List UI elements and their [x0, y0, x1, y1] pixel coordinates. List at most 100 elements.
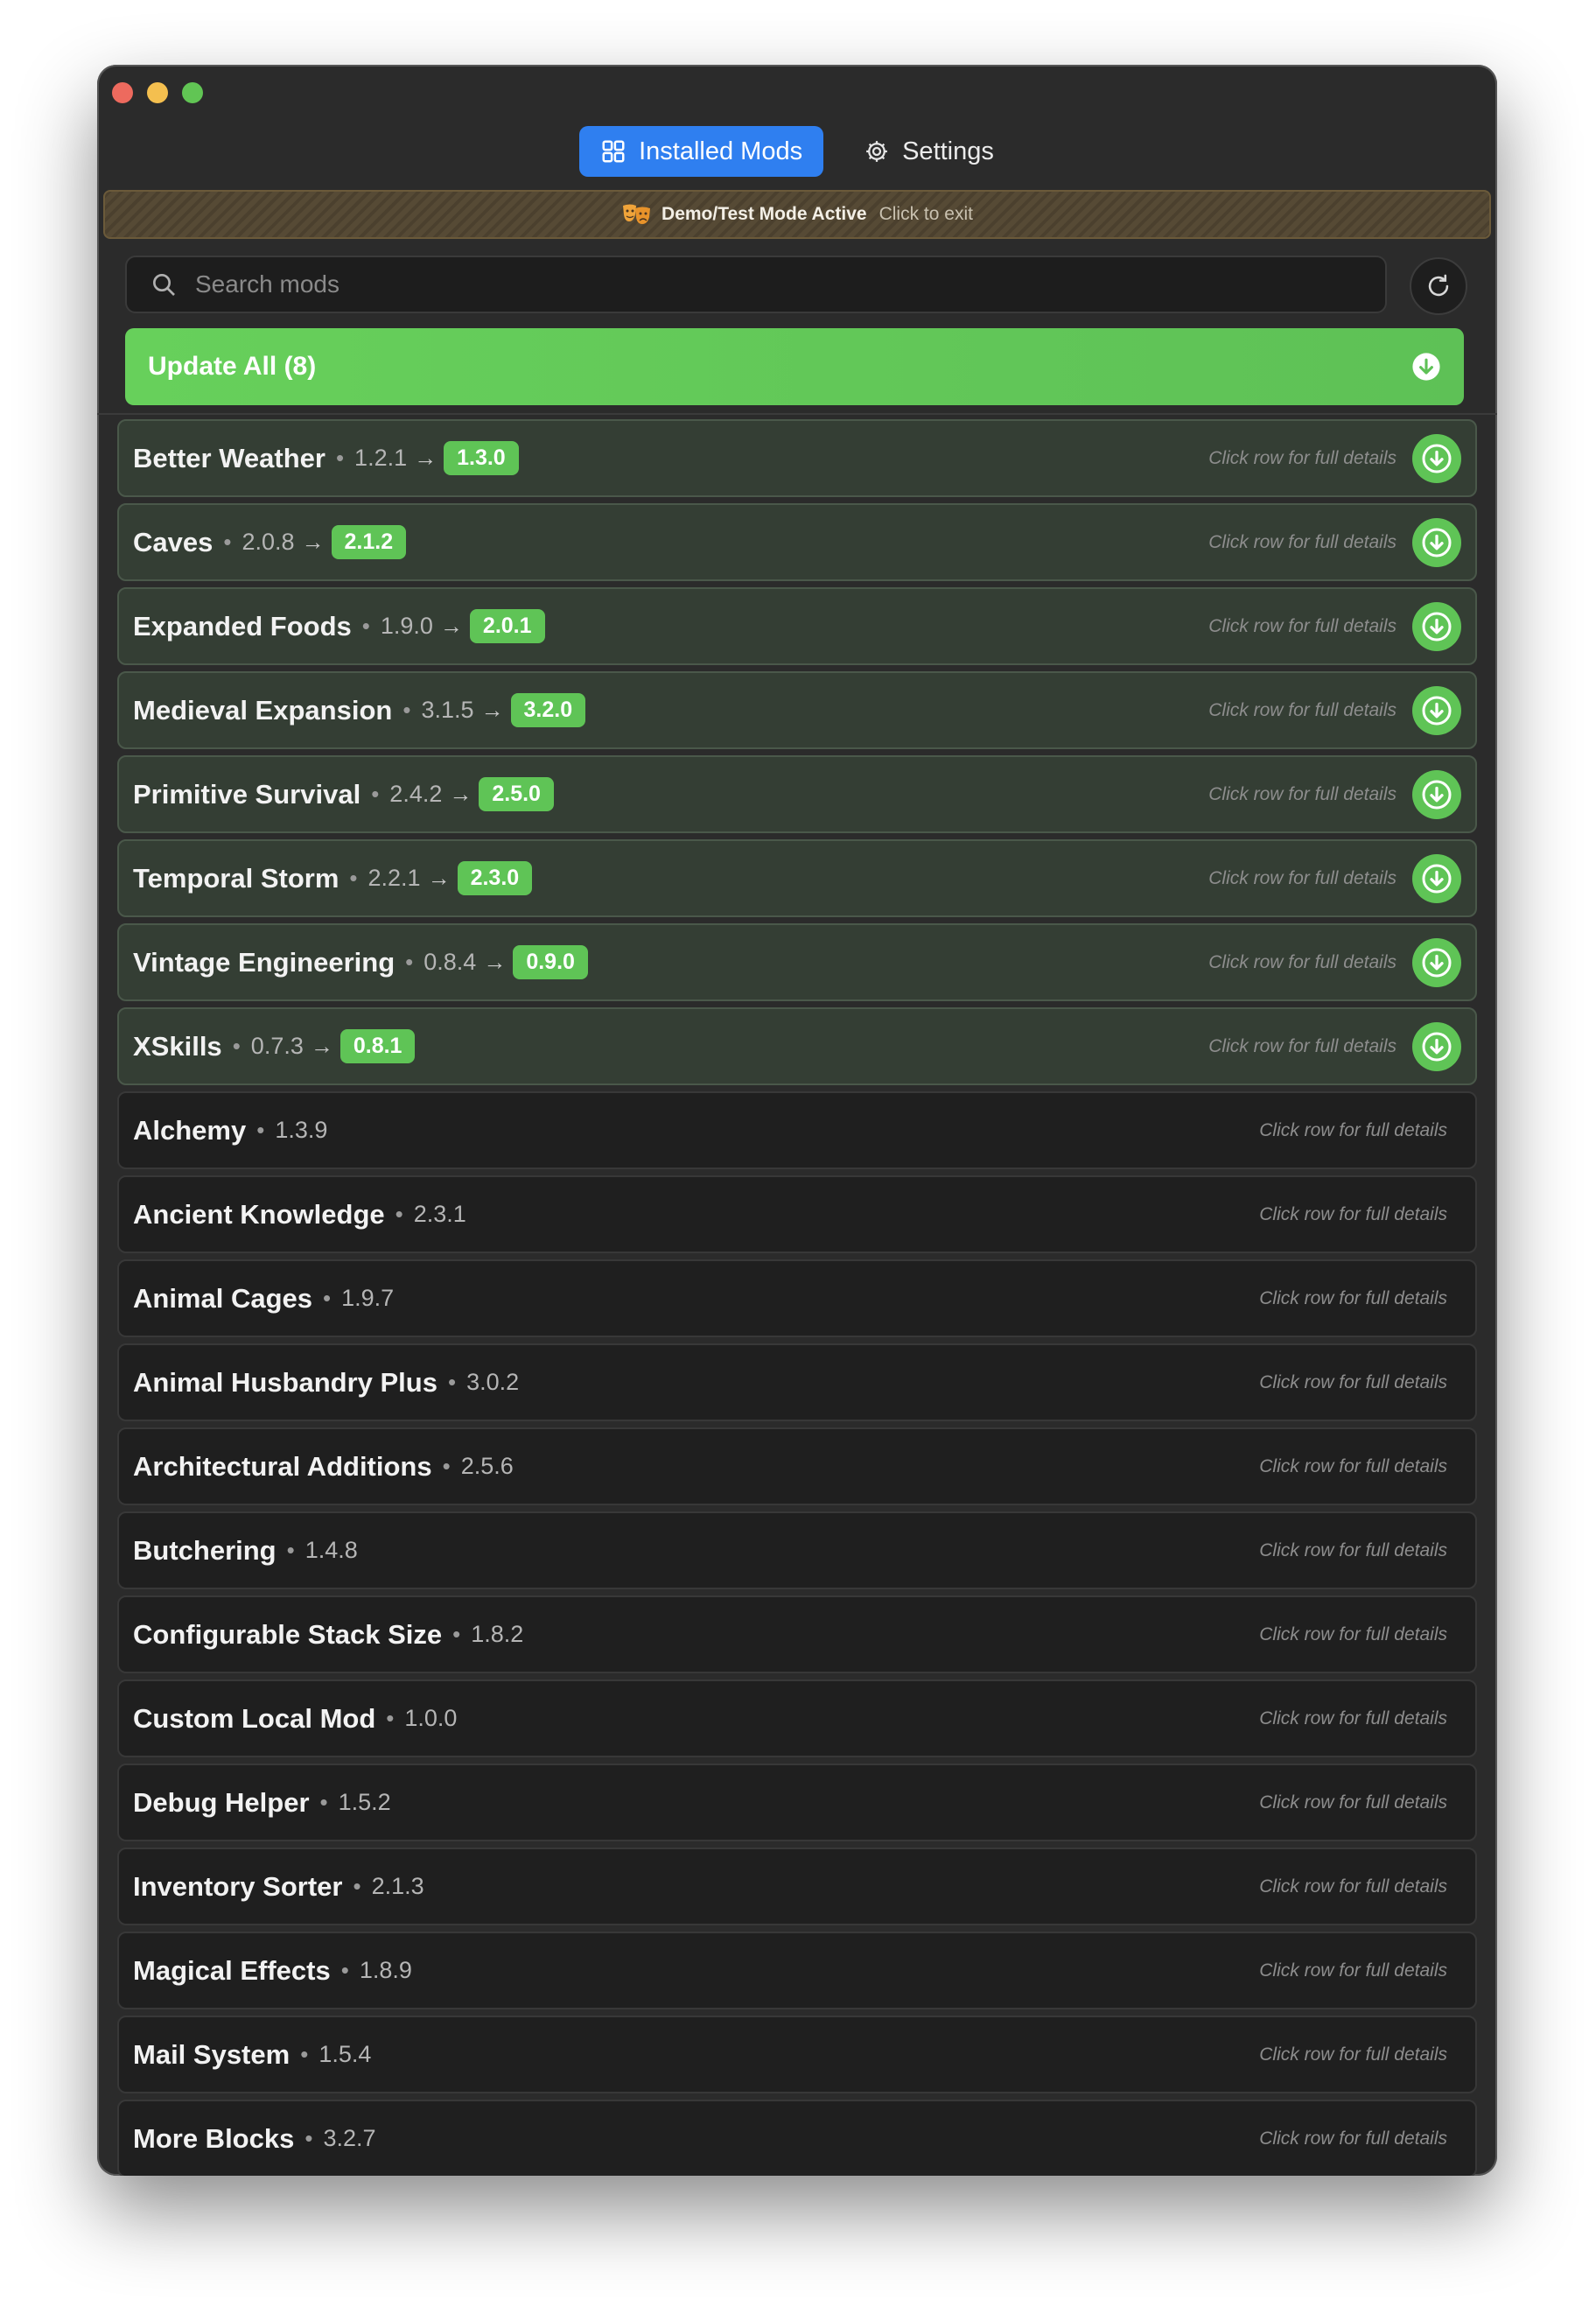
mod-name: Custom Local Mod	[133, 1702, 376, 1734]
row-details-hint: Click row for full details	[1259, 1119, 1447, 1140]
update-mod-button[interactable]	[1412, 433, 1461, 483]
mod-version: 3.0.2	[466, 1369, 520, 1395]
download-icon	[1422, 696, 1452, 725]
separator-dot: •	[323, 1285, 332, 1311]
grid-icon	[602, 140, 625, 163]
separator-dot: •	[232, 1033, 241, 1059]
new-version-badge: 2.1.2	[331, 525, 407, 559]
list-divider	[97, 413, 1497, 415]
mod-row-update[interactable]: Medieval Expansion • 3.1.5 → 3.2.0 Click row …	[117, 671, 1477, 749]
update-all-label: Update All (8)	[148, 352, 317, 381]
mod-row-update[interactable]: Expanded Foods • 1.9.0 → 2.0.1 Click row for …	[117, 587, 1477, 665]
update-mod-button[interactable]	[1412, 685, 1461, 735]
arrow-right-icon: →	[310, 1033, 333, 1059]
download-icon	[1422, 948, 1452, 977]
mod-name: Better Weather	[133, 442, 326, 473]
mod-version: 2.5.6	[460, 1453, 514, 1479]
mod-row-update[interactable]: XSkills • 0.7.3 → 0.8.1 Click row for full de…	[117, 1007, 1477, 1085]
separator-dot: •	[304, 2125, 313, 2151]
row-details-hint: Click row for full details	[1259, 1960, 1447, 1981]
maximize-window-button[interactable]	[182, 82, 203, 103]
mod-name: Butchering	[133, 1534, 276, 1566]
separator-dot: •	[256, 1117, 265, 1143]
current-version: 2.2.1	[368, 865, 421, 891]
new-version-badge: 2.3.0	[457, 861, 533, 895]
mod-name: Magical Effects	[133, 1954, 331, 1986]
tab-installed-mods[interactable]: Installed Mods	[579, 126, 824, 177]
close-window-button[interactable]	[112, 82, 133, 103]
demo-mode-banner[interactable]: Demo/Test Mode Active Click to exit	[103, 190, 1491, 239]
update-mod-button[interactable]	[1412, 769, 1461, 819]
update-mod-button[interactable]	[1412, 1021, 1461, 1071]
mod-version: 1.5.4	[318, 2041, 372, 2067]
tab-bar: Installed Mods Settings	[97, 126, 1497, 177]
mod-row[interactable]: Alchemy • 1.3.9 Click row for full details	[117, 1091, 1477, 1169]
search-bar	[125, 256, 1387, 313]
separator-dot: •	[386, 1705, 395, 1731]
mod-name: Inventory Sorter	[133, 1870, 343, 1902]
update-mod-button[interactable]	[1412, 937, 1461, 987]
mod-version: 1.8.9	[359, 1957, 412, 1983]
mod-name: Animal Husbandry Plus	[133, 1366, 438, 1398]
mod-version: 1.3.9	[275, 1117, 328, 1143]
mod-row[interactable]: Ancient Knowledge • 2.3.1 Click row for ful…	[117, 1175, 1477, 1253]
new-version-badge: 0.9.0	[513, 945, 588, 979]
minimize-window-button[interactable]	[147, 82, 168, 103]
download-icon	[1422, 528, 1452, 557]
current-version: 1.9.0	[380, 613, 433, 639]
separator-dot: •	[286, 1537, 295, 1563]
mod-version: 1.8.2	[471, 1621, 524, 1647]
mod-row[interactable]: Animal Cages • 1.9.7 Click row for full det…	[117, 1259, 1477, 1337]
app-window: Installed Mods Settings Demo/Test Mode A…	[97, 65, 1497, 2176]
current-version: 0.7.3	[250, 1033, 304, 1059]
tab-settings[interactable]: Settings	[843, 126, 1015, 177]
mod-version: 2.3.1	[413, 1201, 466, 1227]
row-details-hint: Click row for full details	[1259, 1371, 1447, 1392]
new-version-badge: 2.0.1	[469, 609, 545, 643]
mod-name: Architectural Additions	[133, 1450, 432, 1482]
mod-row[interactable]: Architectural Additions • 2.5.6 Click row f…	[117, 1427, 1477, 1505]
mod-row[interactable]: Inventory Sorter • 2.1.3 Click row for full…	[117, 1848, 1477, 1925]
search-input[interactable]	[193, 270, 1385, 299]
mod-version: 1.0.0	[404, 1705, 458, 1731]
mod-row-update[interactable]: Primitive Survival • 2.4.2 → 2.5.0 Click row …	[117, 755, 1477, 833]
mod-row[interactable]: Animal Husbandry Plus • 3.0.2 Click row for…	[117, 1343, 1477, 1421]
mod-name: Expanded Foods	[133, 610, 352, 642]
mod-row-update[interactable]: Better Weather • 1.2.1 → 1.3.0 Click row for …	[117, 419, 1477, 497]
current-version: 3.1.5	[421, 697, 474, 723]
update-all-button[interactable]: Update All (8)	[125, 328, 1464, 405]
row-details-hint: Click row for full details	[1259, 1287, 1447, 1308]
mod-row[interactable]: Configurable Stack Size • 1.8.2 Click row f…	[117, 1595, 1477, 1673]
mod-row[interactable]: Mail System • 1.5.4 Click row for full deta…	[117, 2016, 1477, 2093]
mod-name: Debug Helper	[133, 1786, 310, 1818]
mod-row-update[interactable]: Vintage Engineering • 0.8.4 → 0.9.0 Click row…	[117, 923, 1477, 1001]
current-version: 0.8.4	[424, 949, 477, 975]
update-mod-button[interactable]	[1412, 517, 1461, 567]
new-version-badge: 3.2.0	[510, 693, 586, 727]
row-details-hint: Click row for full details	[1208, 615, 1396, 636]
update-mod-button[interactable]	[1412, 601, 1461, 651]
separator-dot: •	[319, 1789, 328, 1815]
mod-row-update[interactable]: Temporal Storm • 2.2.1 → 2.3.0 Click row for …	[117, 839, 1477, 917]
mod-row[interactable]: More Blocks • 3.2.7 Click row for full deta…	[117, 2100, 1477, 2176]
mod-list: Better Weather • 1.2.1 → 1.3.0 Click row for …	[117, 419, 1477, 2176]
arrow-right-icon: →	[439, 613, 463, 639]
mod-row[interactable]: Butchering • 1.4.8 Click row for full detai…	[117, 1511, 1477, 1589]
mod-row[interactable]: Debug Helper • 1.5.2 Click row for full det…	[117, 1764, 1477, 1841]
arrow-right-icon: →	[414, 445, 438, 471]
refresh-button[interactable]	[1410, 257, 1467, 315]
separator-dot: •	[395, 1201, 403, 1227]
search-icon	[153, 274, 175, 296]
separator-dot: •	[402, 697, 411, 723]
mod-row[interactable]: Magical Effects • 1.8.9 Click row for full …	[117, 1932, 1477, 2009]
update-mod-button[interactable]	[1412, 853, 1461, 903]
row-details-hint: Click row for full details	[1208, 783, 1396, 804]
download-icon	[1422, 444, 1452, 473]
mod-version: 1.5.2	[338, 1789, 391, 1815]
separator-dot: •	[223, 529, 232, 555]
mod-row-update[interactable]: Caves • 2.0.8 → 2.1.2 Click row for full deta…	[117, 503, 1477, 581]
mod-row[interactable]: Custom Local Mod • 1.0.0 Click row for full…	[117, 1679, 1477, 1757]
mod-name: Primitive Survival	[133, 778, 361, 810]
mod-name: Mail System	[133, 2038, 290, 2070]
row-details-hint: Click row for full details	[1259, 1792, 1447, 1813]
